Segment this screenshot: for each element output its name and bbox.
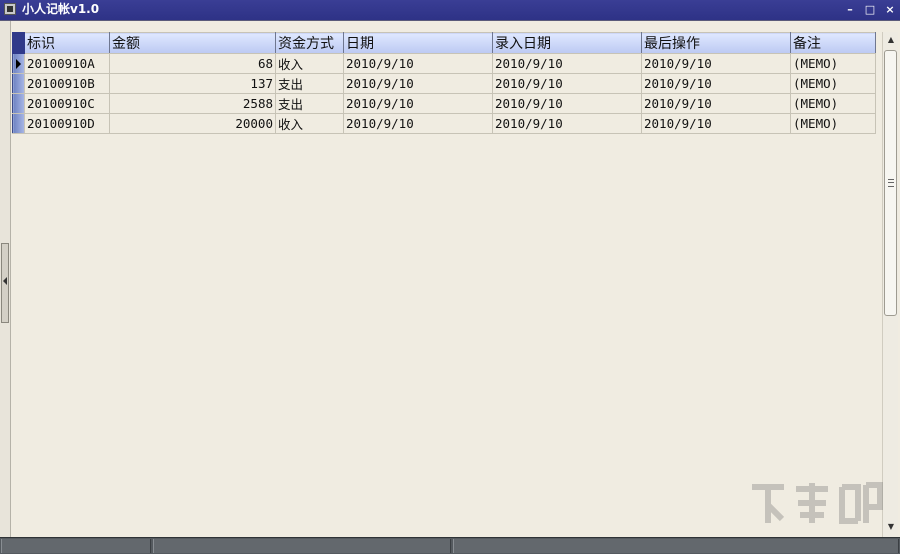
cell-note[interactable]: (MEMO) (790, 113, 876, 134)
cell-amount[interactable]: 2588 (109, 93, 276, 114)
vertical-scrollbar[interactable]: ▲ ▼ (882, 32, 898, 538)
title-bar: 小人记帐v1.0 – □ × (0, 0, 900, 20)
cell-method[interactable]: 收入 (275, 113, 344, 134)
cell-last-op[interactable]: 2010/9/10 (641, 73, 791, 94)
cell-note[interactable]: (MEMO) (790, 73, 876, 94)
main-frame: 标识 金额 资金方式 日期 录入日期 最后操作 备注 20100910A 68 … (0, 20, 900, 538)
header-indicator (12, 32, 25, 54)
status-panel-3 (453, 539, 899, 553)
column-header-method[interactable]: 资金方式 (275, 32, 344, 54)
cell-last-op[interactable]: 2010/9/10 (641, 53, 791, 74)
cell-date[interactable]: 2010/9/10 (343, 113, 493, 134)
scroll-down-icon[interactable]: ▼ (884, 520, 898, 534)
scrollbar-thumb[interactable] (884, 50, 897, 316)
cell-entry-date[interactable]: 2010/9/10 (492, 73, 642, 94)
table-row[interactable]: 20100910D 20000 收入 2010/9/10 2010/9/10 2… (12, 113, 876, 134)
row-indicator[interactable] (12, 113, 25, 134)
row-indicator[interactable] (12, 53, 25, 74)
table-row[interactable]: 20100910C 2588 支出 2010/9/10 2010/9/10 20… (12, 93, 876, 114)
window-title: 小人记帐v1.0 (22, 2, 100, 16)
cell-date[interactable]: 2010/9/10 (343, 53, 493, 74)
table-row[interactable]: 20100910B 137 支出 2010/9/10 2010/9/10 201… (12, 73, 876, 94)
column-header-amount[interactable]: 金额 (109, 32, 276, 54)
column-header-id[interactable]: 标识 (24, 32, 110, 54)
cell-date[interactable]: 2010/9/10 (343, 93, 493, 114)
column-header-note[interactable]: 备注 (790, 32, 876, 54)
panel-splitter[interactable] (1, 243, 9, 323)
cell-last-op[interactable]: 2010/9/10 (641, 93, 791, 114)
column-header-date[interactable]: 日期 (343, 32, 493, 54)
column-header-entry-date[interactable]: 录入日期 (492, 32, 642, 54)
cell-id[interactable]: 20100910B (24, 73, 110, 94)
minimize-button[interactable]: – (842, 2, 858, 18)
records-grid: 标识 金额 资金方式 日期 录入日期 最后操作 备注 20100910A 68 … (12, 32, 876, 134)
cell-note[interactable]: (MEMO) (790, 93, 876, 114)
cell-id[interactable]: 20100910C (24, 93, 110, 114)
cell-id[interactable]: 20100910D (24, 113, 110, 134)
column-header-last-op[interactable]: 最后操作 (641, 32, 791, 54)
cell-amount[interactable]: 68 (109, 53, 276, 74)
status-bar (0, 537, 900, 554)
status-panel-2 (153, 539, 451, 553)
close-button[interactable]: × (882, 2, 898, 18)
cell-note[interactable]: (MEMO) (790, 53, 876, 74)
app-icon (4, 3, 16, 15)
cell-entry-date[interactable]: 2010/9/10 (492, 53, 642, 74)
cell-method[interactable]: 支出 (275, 93, 344, 114)
grid-header-row: 标识 金额 资金方式 日期 录入日期 最后操作 备注 (12, 32, 876, 54)
status-panel-1 (1, 539, 151, 553)
row-indicator[interactable] (12, 73, 25, 94)
cell-amount[interactable]: 20000 (109, 113, 276, 134)
cell-entry-date[interactable]: 2010/9/10 (492, 93, 642, 114)
grip-icon (888, 179, 894, 187)
left-panel (0, 21, 11, 538)
row-pointer-icon (16, 59, 21, 69)
cell-date[interactable]: 2010/9/10 (343, 73, 493, 94)
cell-method[interactable]: 支出 (275, 73, 344, 94)
cell-entry-date[interactable]: 2010/9/10 (492, 113, 642, 134)
splitter-arrow-icon (3, 277, 7, 285)
cell-amount[interactable]: 137 (109, 73, 276, 94)
row-indicator[interactable] (12, 93, 25, 114)
cell-last-op[interactable]: 2010/9/10 (641, 113, 791, 134)
cell-method[interactable]: 收入 (275, 53, 344, 74)
watermark-logo (752, 482, 883, 524)
cell-id[interactable]: 20100910A (24, 53, 110, 74)
maximize-button[interactable]: □ (862, 2, 878, 18)
scroll-up-icon[interactable]: ▲ (884, 33, 898, 47)
table-row[interactable]: 20100910A 68 收入 2010/9/10 2010/9/10 2010… (12, 53, 876, 74)
